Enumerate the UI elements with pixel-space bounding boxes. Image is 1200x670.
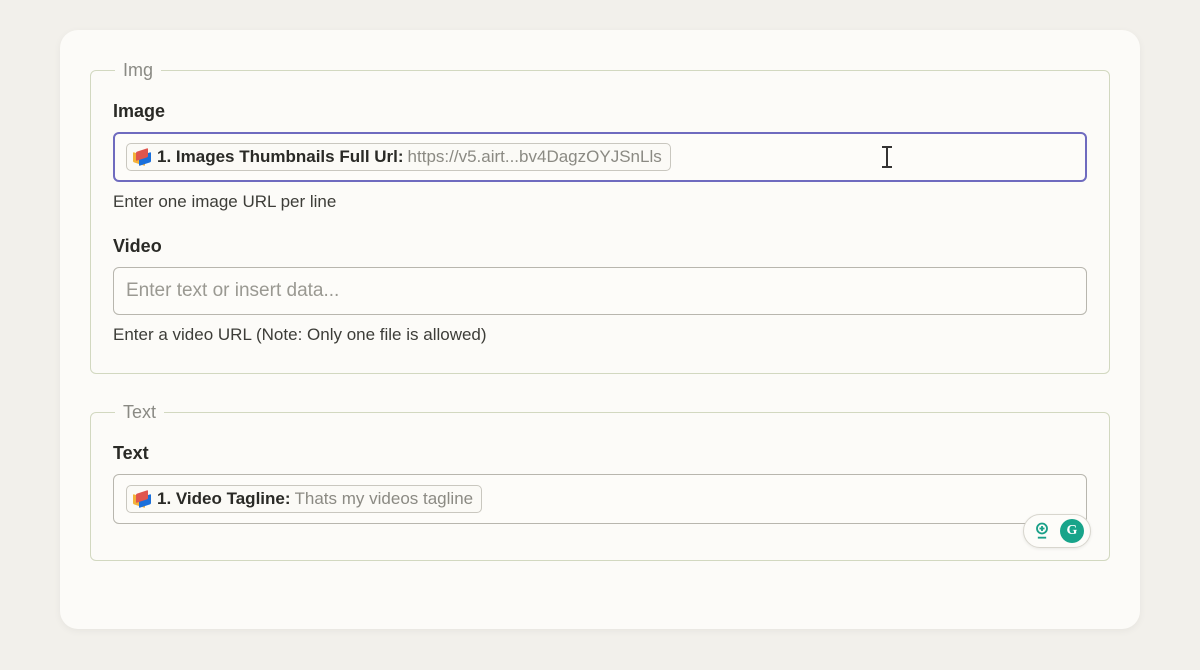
field-text: Text 1. Video Tagline: Thats my videos t… [113, 443, 1087, 524]
field-video: Video Enter text or insert data... Enter… [113, 236, 1087, 345]
field-image: Image 1. Images Thumbnails Full Url: htt… [113, 101, 1087, 212]
text-data-token[interactable]: 1. Video Tagline: Thats my videos taglin… [126, 485, 482, 513]
image-token-value: https://v5.airt...bv4DagzOYJSnLls [408, 147, 662, 167]
image-input-wrapper: 1. Images Thumbnails Full Url: https://v… [113, 132, 1087, 182]
video-input[interactable]: Enter text or insert data... [113, 267, 1087, 315]
image-helper: Enter one image URL per line [113, 192, 1087, 212]
video-placeholder: Enter text or insert data... [126, 280, 339, 302]
image-label: Image [113, 101, 1087, 122]
group-img: Img Image 1. Images Thumbnails Full Url:… [90, 60, 1110, 374]
group-text-legend: Text [115, 402, 164, 423]
text-cursor-icon [882, 146, 892, 168]
video-label: Video [113, 236, 1087, 257]
grammarly-icon[interactable]: G [1060, 519, 1084, 543]
form-card: Img Image 1. Images Thumbnails Full Url:… [60, 30, 1140, 629]
image-token-label: 1. Images Thumbnails Full Url: [157, 147, 404, 167]
image-data-token[interactable]: 1. Images Thumbnails Full Url: https://v… [126, 143, 671, 171]
group-img-legend: Img [115, 60, 161, 81]
text-input[interactable]: 1. Video Tagline: Thats my videos taglin… [113, 474, 1087, 524]
text-token-label: 1. Video Tagline: [157, 489, 291, 509]
text-token-value: Thats my videos tagline [295, 489, 474, 509]
group-text: Text Text 1. Video Tagline: Thats my vid… [90, 402, 1110, 561]
image-input[interactable]: 1. Images Thumbnails Full Url: https://v… [113, 132, 1087, 182]
airtable-icon [133, 492, 151, 506]
text-label: Text [113, 443, 1087, 464]
video-helper: Enter a video URL (Note: Only one file i… [113, 325, 1087, 345]
floating-controls: G [1023, 514, 1091, 548]
airtable-icon [133, 150, 151, 164]
insert-data-button[interactable] [1030, 519, 1054, 543]
